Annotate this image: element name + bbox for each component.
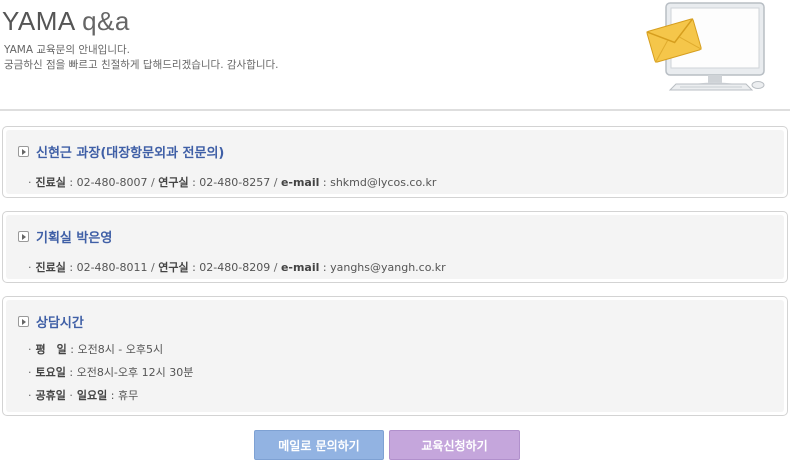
sunday-label: 일요일 [76,389,108,402]
email-label: e-mail [280,261,320,274]
title-suffix: q&a [82,6,130,36]
intro-line-2: 궁금하신 점을 빠르고 친절하게 답해드리겠습니다. 감사합니다. [4,59,279,71]
mail-inquiry-button[interactable]: 메일로 문의하기 [254,430,384,460]
hours-weekday: · 평 일 : 오전8시 - 오후5시 [28,343,164,356]
email-value[interactable]: shkmd@lycos.co.kr [330,176,436,189]
apply-education-button[interactable]: 교육신청하기 [389,430,520,460]
clinic-label: 진료실 [35,176,66,189]
contact-name-label: 신현근 과장(대장항문외과 전문의) [36,146,225,161]
contact-panel-1: 신현근 과장(대장항문외과 전문의) · 진료실 : 02-480-8007 / … [2,126,788,198]
intro-text: YAMA 교육문의 안내입니다. 궁금하신 점을 빠르고 친절하게 답해드리겠습… [4,43,279,73]
contact-name-1: 신현근 과장(대장항문외과 전문의) [18,142,224,161]
weekday-value: 오전8시 - 오후5시 [77,343,164,356]
arrow-box-icon [18,231,29,242]
contact-info-1: · 진료실 : 02-480-8007 / 연구실 : 02-480-8257 /… [28,176,437,189]
contact-info-2: · 진료실 : 02-480-8011 / 연구실 : 02-480-8209 /… [28,261,446,274]
page-header: YAMA q&a YAMA 교육문의 안내입니다. 궁금하신 점을 빠르고 친절… [0,0,790,110]
lab-label: 연구실 [158,176,189,189]
clinic-phone: 02-480-8007 [76,176,148,189]
hours-title: 상담시간 [18,312,84,331]
hours-saturday: · 토요일 : 오전8시-오후 12시 30분 [28,366,194,379]
clinic-phone: 02-480-8011 [76,261,148,274]
brand-name: YAMA [2,6,75,36]
arrow-box-icon [18,316,29,327]
lab-label: 연구실 [158,261,189,274]
monitor-envelope-icon [646,2,765,91]
contact-name-label: 기획실 박은영 [36,231,113,246]
lab-phone: 02-480-8257 [199,176,271,189]
header-divider [0,109,790,111]
page-title: YAMA q&a [2,6,130,37]
hours-panel: 상담시간 · 평 일 : 오전8시 - 오후5시 · 토요일 : 오전8시-오후 1… [2,296,788,416]
email-label: e-mail [280,176,320,189]
lab-phone: 02-480-8209 [199,261,271,274]
weekday-label: 평 일 [35,343,67,356]
email-value[interactable]: yanghs@yangh.co.kr [330,261,446,274]
saturday-label: 토요일 [35,366,66,379]
clinic-label: 진료실 [35,261,66,274]
contact-name-2: 기획실 박은영 [18,227,112,246]
saturday-value: 오전8시-오후 12시 30분 [76,366,194,379]
holiday-label: 공휴일 [35,389,66,402]
hours-holiday: · 공휴일 · 일요일 : 휴무 [28,389,139,402]
contact-panel-2: 기획실 박은영 · 진료실 : 02-480-8011 / 연구실 : 02-48… [2,211,788,283]
holiday-value: 휴무 [117,389,139,402]
hours-title-label: 상담시간 [36,316,84,331]
intro-line-1: YAMA 교육문의 안내입니다. [4,44,130,56]
arrow-box-icon [18,146,29,157]
